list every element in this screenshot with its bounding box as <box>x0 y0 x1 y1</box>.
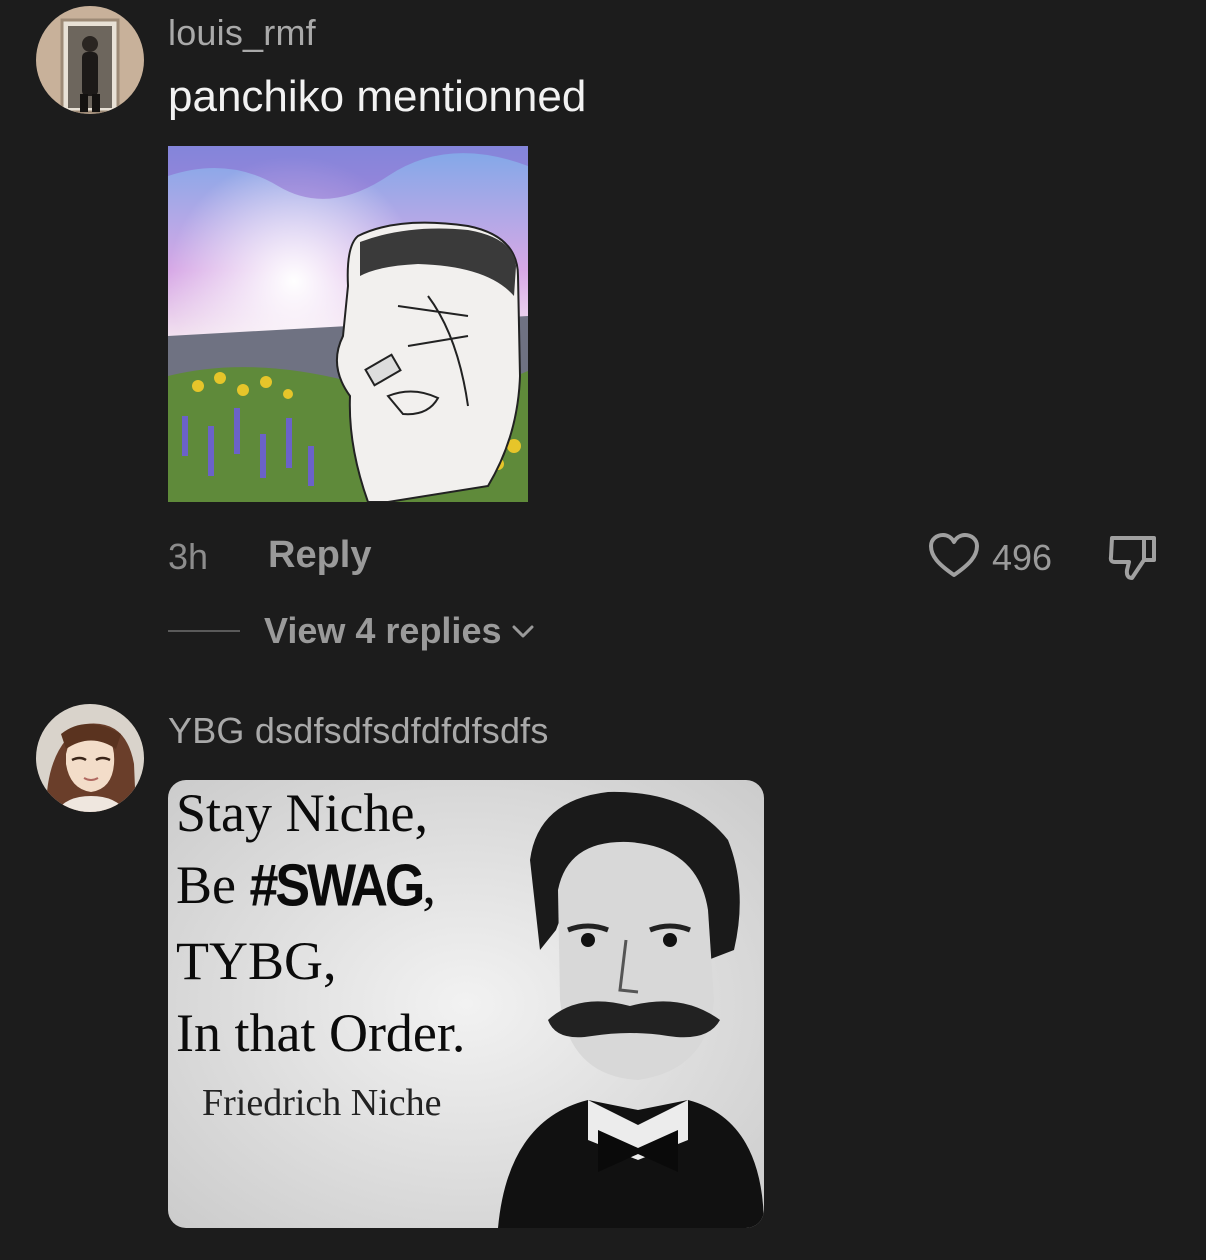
comment-image[interactable]: Stay Niche, Be #SWAG, TYBG, In that Orde… <box>168 780 764 1228</box>
heart-icon <box>928 532 980 583</box>
meme-comma: , <box>422 855 436 915</box>
username[interactable]: YBG dsdfsdfsdfdfdfsdfs <box>168 710 549 752</box>
like-button[interactable]: 496 <box>928 532 1052 583</box>
replies-divider <box>168 630 240 632</box>
meme-line-2: Be #SWAG, <box>176 855 436 916</box>
comment-time: 3h <box>168 536 209 577</box>
meme-attribution: Friedrich Niche <box>202 1082 442 1124</box>
meme-swag: #SWAG <box>249 852 426 920</box>
username[interactable]: louis_rmf <box>168 12 316 54</box>
view-replies-button[interactable]: View 4 replies <box>168 610 535 652</box>
comment-text: panchiko mentionned <box>168 72 587 121</box>
like-count: 496 <box>992 536 1053 578</box>
comment-image[interactable] <box>168 146 528 502</box>
meme-be: Be <box>176 855 236 915</box>
avatar[interactable] <box>36 6 144 114</box>
chevron-down-icon <box>511 623 535 639</box>
meme-line-3: TYBG, <box>176 931 337 991</box>
view-replies-label: View 4 replies <box>264 610 502 651</box>
reply-button[interactable]: Reply <box>268 534 371 577</box>
meme-line-1: Stay Niche, <box>176 783 428 843</box>
meme-line-4: In that Order. <box>176 1003 466 1063</box>
dislike-button[interactable] <box>1106 532 1160 587</box>
avatar[interactable] <box>36 704 144 812</box>
thumbs-down-icon <box>1106 536 1160 586</box>
